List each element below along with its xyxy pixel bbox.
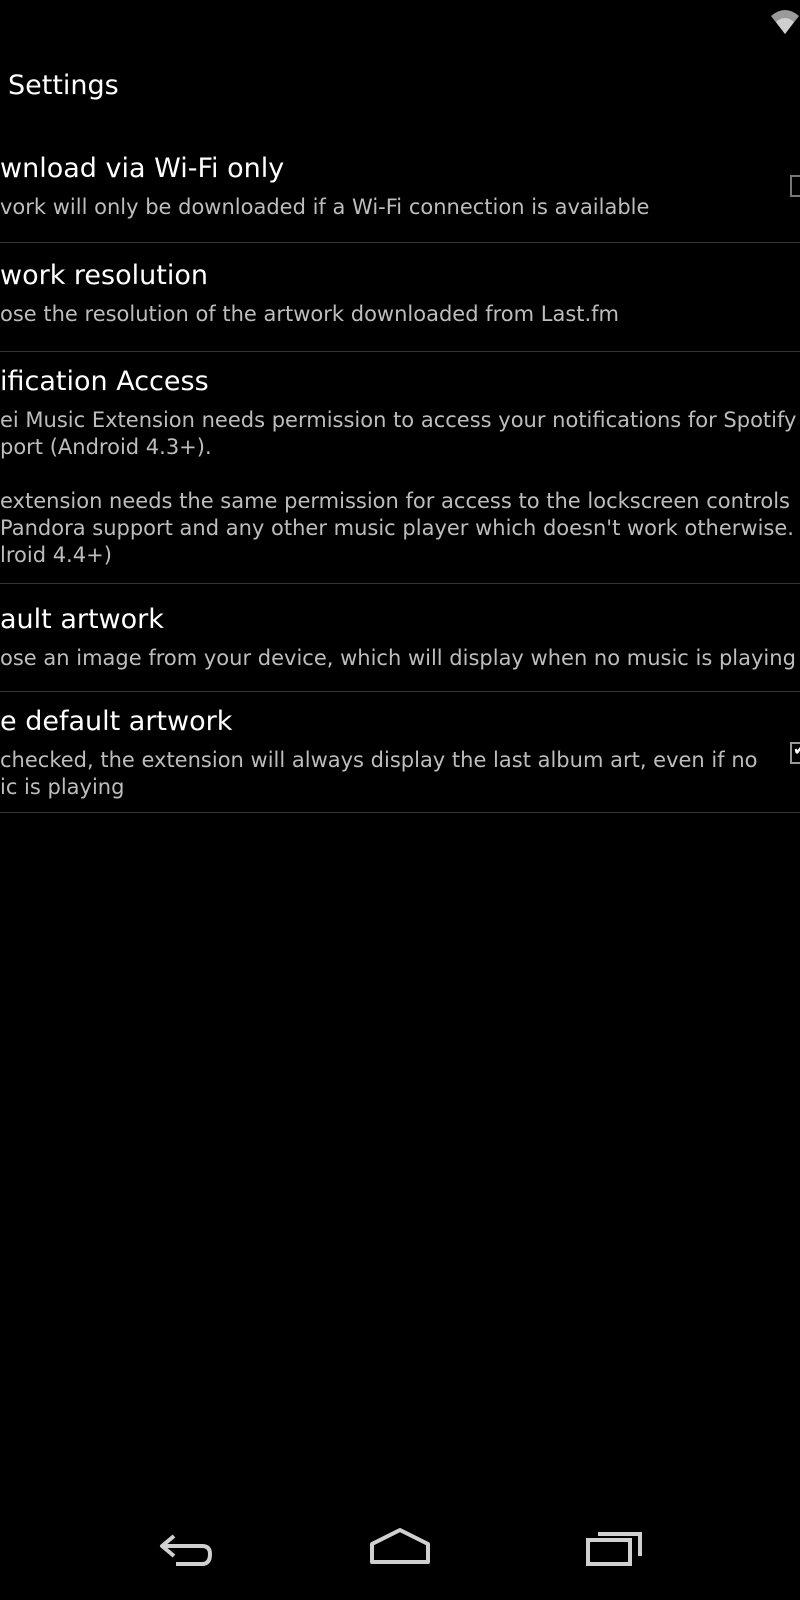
home-icon[interactable]: [360, 1522, 440, 1582]
pref-use-default-artwork[interactable]: e default artwork checked, the extension…: [0, 692, 800, 813]
page-title: Settings: [8, 70, 119, 101]
back-icon[interactable]: [146, 1522, 226, 1582]
navigation-bar: [0, 1504, 800, 1600]
use-default-artwork-checkbox[interactable]: ✔: [790, 740, 800, 764]
settings-screen: Settings wnload via Wi-Fi only vork will…: [0, 0, 800, 1600]
pref-summary: vork will only be downloaded if a Wi-Fi …: [0, 195, 650, 219]
pref-wifi-only[interactable]: wnload via Wi-Fi only vork will only be …: [0, 140, 800, 243]
pref-title: work resolution: [0, 260, 208, 291]
recent-apps-icon[interactable]: [574, 1522, 654, 1582]
pref-summary: ose the resolution of the artwork downlo…: [0, 302, 620, 326]
pref-summary: checked, the extension will always displ…: [0, 748, 758, 799]
wifi-icon: [770, 8, 800, 36]
pref-default-artwork[interactable]: ault artwork ose an image from your devi…: [0, 584, 800, 692]
pref-title: e default artwork: [0, 706, 233, 737]
pref-notification-access[interactable]: ification Access ei Music Extension need…: [0, 352, 800, 584]
pref-summary: ose an image from your device, which wil…: [0, 646, 796, 670]
wifi-only-checkbox[interactable]: [790, 175, 800, 197]
pref-title: wnload via Wi-Fi only: [0, 153, 285, 184]
status-bar: [0, 0, 800, 40]
pref-summary: ei Music Extension needs permission to a…: [0, 408, 797, 567]
pref-artwork-resolution[interactable]: work resolution ose the resolution of th…: [0, 243, 800, 352]
action-bar: Settings: [0, 40, 800, 140]
pref-title: ault artwork: [0, 604, 164, 635]
checkmark-icon: ✔: [793, 740, 800, 759]
pref-title: ification Access: [0, 366, 209, 397]
